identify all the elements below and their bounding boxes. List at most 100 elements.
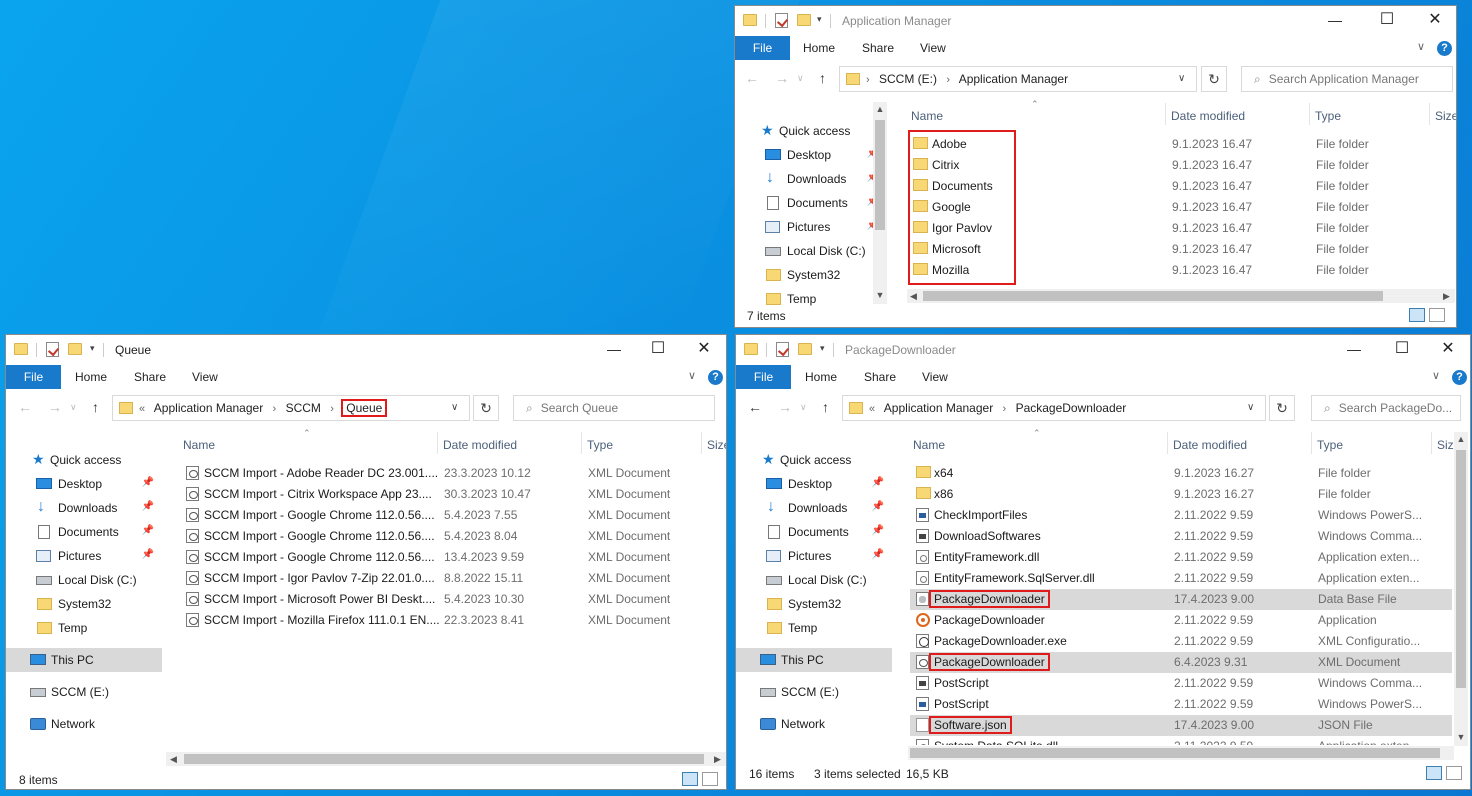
expand-ribbon-chevron-icon[interactable]: ∨ [688, 369, 696, 382]
file-row[interactable]: SCCM Import - Citrix Workspace App 23...… [178, 484, 724, 505]
sidebar-item-sccm-drive[interactable]: SCCM (E:) [6, 681, 162, 703]
tab-share[interactable]: Share [862, 36, 894, 60]
file-row[interactable]: SCCM Import - Google Chrome 112.0.56....… [178, 526, 724, 547]
large-icons-view-button[interactable] [1446, 766, 1462, 780]
address-bar[interactable]: « Application Manager › SCCM › Queue ∨ [112, 395, 470, 421]
file-row[interactable]: PackageDownloader 17.4.2023 9.00 Data Base… [910, 589, 1452, 610]
file-row[interactable]: SCCM Import - Google Chrome 112.0.56....… [178, 547, 724, 568]
title-bar[interactable]: ▾ Application Manager — ☐ ✕ [735, 6, 1456, 36]
column-header-name[interactable]: Name [183, 438, 215, 452]
breadcrumb-item[interactable]: SCCM [286, 401, 321, 415]
file-row[interactable]: x86 9.1.2023 16.27 File folder [910, 484, 1452, 505]
sidebar-item-system32[interactable]: System32 [735, 264, 887, 286]
scroll-up-arrow-icon[interactable]: ▲ [1454, 434, 1468, 444]
column-divider[interactable] [581, 432, 582, 454]
column-header-name[interactable]: Name [911, 109, 943, 123]
column-header-size[interactable]: Size [1435, 109, 1456, 123]
file-row[interactable]: SCCM Import - Google Chrome 112.0.56....… [178, 505, 724, 526]
sidebar-item-local-disk[interactable]: Local Disk (C:) [6, 569, 162, 591]
file-list-scrollbar[interactable]: ▲ ▼ [1454, 432, 1468, 746]
large-icons-view-button[interactable] [1429, 308, 1445, 322]
file-row[interactable]: SCCM Import - Microsoft Power BI Deskt..… [178, 589, 724, 610]
sidebar-item-temp[interactable]: Temp [735, 288, 887, 310]
large-icons-view-button[interactable] [702, 772, 718, 786]
sidebar-item-pictures[interactable]: Pictures📌 [735, 216, 887, 238]
column-header-date[interactable]: Date modified [1171, 109, 1245, 123]
breadcrumb-overflow-icon[interactable]: « [139, 403, 145, 415]
scroll-right-arrow-icon[interactable]: ▶ [714, 752, 721, 766]
up-arrow-icon[interactable]: ↑ [92, 399, 99, 415]
file-row[interactable]: PackageDownloader 6.4.2023 9.31 XML Docume… [910, 652, 1452, 673]
column-header-size[interactable]: Size [707, 438, 726, 452]
expand-ribbon-chevron-icon[interactable]: ∨ [1417, 40, 1425, 53]
new-folder-icon[interactable] [797, 14, 811, 26]
file-row[interactable]: PostScript 2.11.2022 9.59 Windows Comma... [910, 673, 1452, 694]
sidebar-item-pictures[interactable]: Pictures📌 [6, 545, 162, 567]
recent-locations-chevron-icon[interactable]: ∨ [70, 402, 77, 413]
sidebar-item-quick-access[interactable]: ★ Quick access [735, 120, 887, 142]
sidebar-item-this-pc[interactable]: This PC [6, 648, 162, 672]
file-row[interactable]: EntityFramework.dll 2.11.2022 9.59 Applica… [910, 547, 1452, 568]
back-arrow-icon[interactable]: ← [18, 399, 32, 415]
sidebar-item-quick-access[interactable]: ★ Quick access [6, 449, 162, 471]
sidebar-item-downloads[interactable]: ↓Downloads📌 [6, 497, 162, 519]
scroll-thumb[interactable] [1456, 450, 1466, 688]
scroll-right-arrow-icon[interactable]: ▶ [1443, 289, 1450, 303]
file-row[interactable]: SCCM Import - Adobe Reader DC 23.001....… [178, 463, 724, 484]
help-icon[interactable]: ? [1437, 41, 1452, 56]
sidebar-item-documents[interactable]: Documents 📌 [6, 521, 162, 543]
scroll-left-arrow-icon[interactable]: ◀ [170, 752, 177, 766]
help-icon[interactable]: ? [1452, 370, 1467, 385]
column-divider[interactable] [1429, 103, 1430, 125]
properties-icon[interactable] [46, 342, 59, 357]
scroll-thumb[interactable] [184, 754, 704, 764]
tab-view[interactable]: View [920, 36, 946, 60]
forward-arrow-icon[interactable]: → [48, 399, 62, 415]
search-box[interactable]: ⌕ Search Queue [513, 395, 715, 421]
sidebar-item-system32[interactable]: System32 [6, 593, 162, 615]
recent-locations-chevron-icon[interactable]: ∨ [797, 73, 804, 84]
refresh-button[interactable]: ↻ [473, 395, 499, 421]
column-divider[interactable] [701, 432, 702, 454]
scroll-up-arrow-icon[interactable]: ▲ [873, 104, 887, 114]
minimize-button[interactable]: — [604, 339, 624, 359]
details-view-button[interactable] [682, 772, 698, 786]
new-folder-icon[interactable] [68, 343, 82, 355]
sidebar-item-desktop[interactable]: Desktop📌 [735, 144, 887, 166]
sidebar-item-local-disk[interactable]: Local Disk (C:) [735, 240, 887, 262]
address-dropdown-chevron-icon[interactable]: ∨ [1178, 73, 1185, 84]
scroll-left-arrow-icon[interactable]: ◀ [910, 289, 917, 303]
maximize-button[interactable]: ☐ [1377, 10, 1397, 30]
scroll-thumb[interactable] [923, 291, 1383, 301]
file-row[interactable]: x64 9.1.2023 16.27 File folder [910, 463, 1452, 484]
file-row[interactable]: PackageDownloader.exe 2.11.2022 9.59 XML C… [910, 631, 1452, 652]
column-header-type[interactable]: Type [1315, 109, 1341, 123]
tab-file[interactable]: File [6, 365, 61, 389]
details-view-button[interactable] [1426, 766, 1442, 780]
sidebar-item-desktop[interactable]: Desktop📌 [6, 473, 162, 495]
horizontal-scrollbar[interactable] [908, 746, 1454, 760]
scroll-thumb[interactable] [910, 748, 1440, 758]
help-icon[interactable]: ? [708, 370, 723, 385]
scroll-down-arrow-icon[interactable]: ▼ [1454, 732, 1468, 742]
sidebar-item-downloads[interactable]: ↓Downloads📌 [735, 168, 887, 190]
file-row[interactable]: CheckImportFiles 2.11.2022 9.59 Windows Po… [910, 505, 1452, 526]
search-box[interactable]: ⌕ Search Application Manager [1241, 66, 1453, 92]
file-row[interactable]: SCCM Import - Igor Pavlov 7-Zip 22.01.0.… [178, 568, 724, 589]
horizontal-scrollbar[interactable]: ◀ ▶ [166, 752, 726, 766]
tab-file[interactable]: File [735, 36, 790, 60]
forward-arrow-icon[interactable]: → [775, 70, 789, 86]
back-arrow-icon[interactable]: ← [745, 70, 759, 86]
navigation-pane-scrollbar[interactable]: ▲ ▼ [873, 102, 887, 304]
file-row[interactable]: PostScript 2.11.2022 9.59 Windows PowerS..… [910, 694, 1452, 715]
sidebar-item-network[interactable]: Network [6, 713, 162, 735]
sidebar-item-temp[interactable]: Temp [6, 617, 162, 639]
tab-view[interactable]: View [192, 365, 218, 389]
up-arrow-icon[interactable]: ↑ [819, 70, 826, 86]
maximize-button[interactable]: ☐ [648, 339, 668, 359]
column-header-type[interactable]: Type [587, 438, 613, 452]
address-dropdown-chevron-icon[interactable]: ∨ [451, 402, 458, 413]
column-divider[interactable] [437, 432, 438, 454]
quick-access-toolbar-dropdown[interactable]: ▾ [90, 343, 95, 354]
horizontal-scrollbar[interactable]: ◀ ▶ [907, 289, 1455, 303]
